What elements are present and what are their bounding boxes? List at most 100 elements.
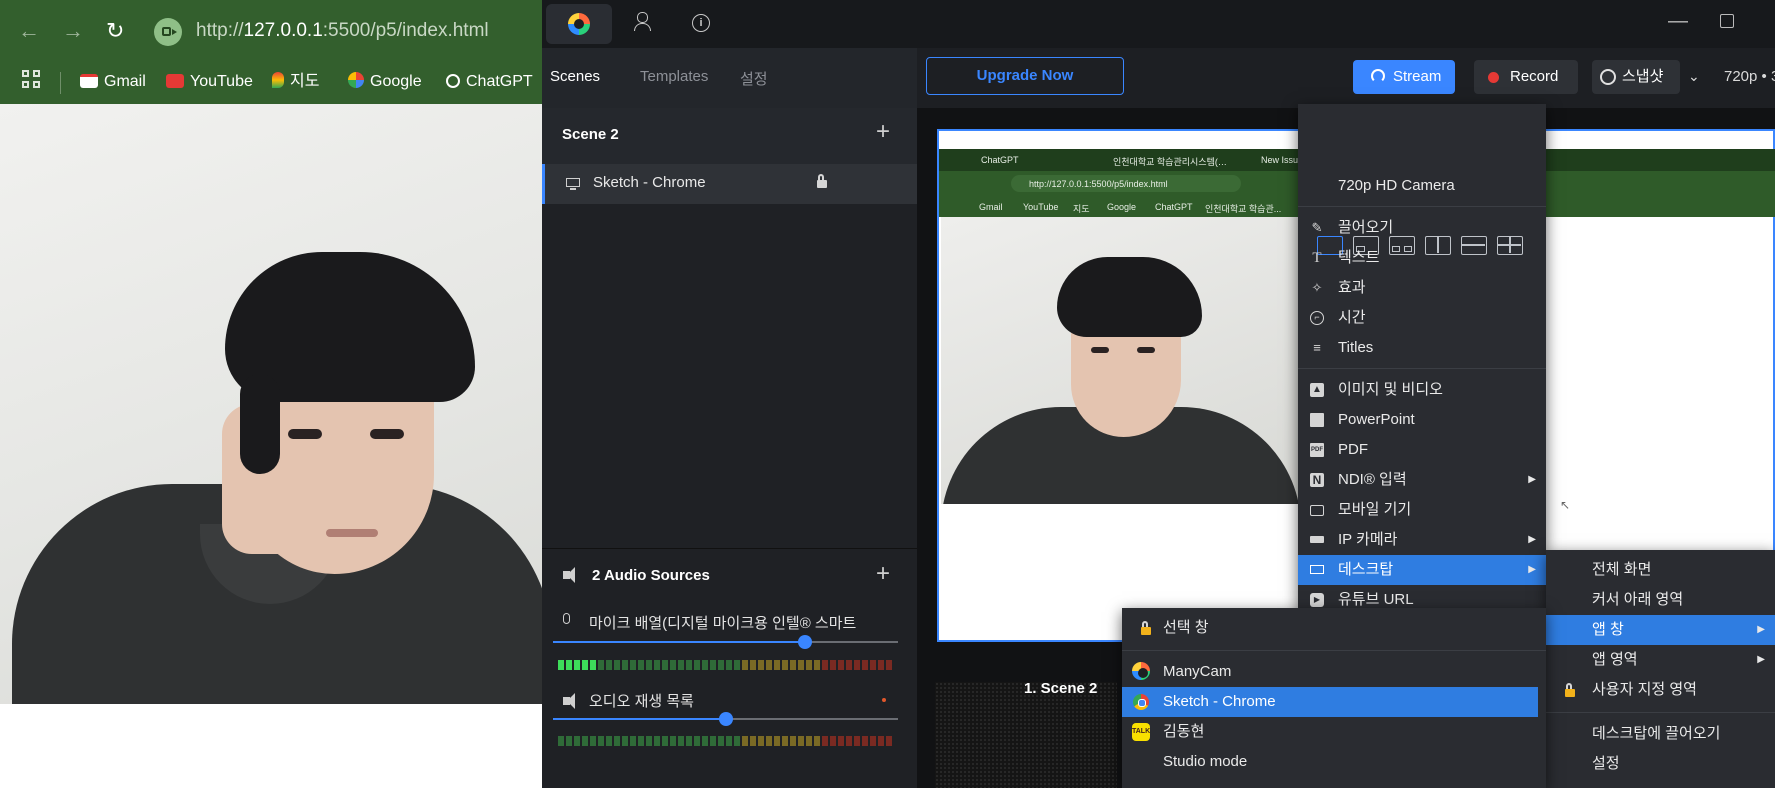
pdf-icon: PDF <box>1310 443 1324 457</box>
meter-segment <box>742 736 748 746</box>
forward-button[interactable]: → <box>62 18 84 44</box>
apps-grid-icon[interactable] <box>22 70 42 90</box>
volume-slider-thumb[interactable] <box>719 712 733 726</box>
menu-item-camera[interactable]: 720p HD Camera <box>1298 171 1546 201</box>
menu-item-manycam[interactable]: ManyCam <box>1122 657 1546 687</box>
record-label: Record <box>1510 68 1559 85</box>
menu-item-select-window[interactable]: 선택 창 <box>1122 613 1546 643</box>
meter-segment <box>854 736 860 746</box>
menu-item-image-video[interactable]: ▲ 이미지 및 비디오 <box>1298 375 1546 405</box>
snapshot-button[interactable]: 스냅샷 <box>1592 60 1680 94</box>
stream-button[interactable]: Stream <box>1353 60 1455 94</box>
menu-item-powerpoint[interactable]: PowerPoint <box>1298 405 1546 435</box>
bookmark-maps[interactable]: 지도 <box>272 68 319 96</box>
meter-segment <box>670 736 676 746</box>
tab-scenes[interactable]: Scenes <box>550 68 600 85</box>
address-bar[interactable]: http://127.0.0.1:5500/p5/index.html <box>196 20 489 42</box>
meter-segment <box>606 660 612 670</box>
meter-segment <box>870 736 876 746</box>
tab-templates[interactable]: Templates <box>640 68 708 85</box>
meter-segment <box>606 736 612 746</box>
manycam-logo-icon <box>568 13 590 35</box>
meter-segment <box>822 736 828 746</box>
tab-settings[interactable]: 설정 <box>740 68 768 89</box>
chevron-down-icon[interactable]: ⌄ <box>1688 68 1700 85</box>
lock-icon <box>1141 621 1151 635</box>
resolution-label[interactable]: 720p • 3 <box>1724 68 1775 85</box>
preview-bookmark: 지도 <box>1073 204 1090 214</box>
menu-item-area-under-cursor[interactable]: 커서 아래 영역 <box>1546 585 1775 615</box>
bookmark-google[interactable]: Google <box>348 68 422 96</box>
bookmark-youtube[interactable]: YouTube <box>166 68 253 96</box>
record-button[interactable]: Record <box>1474 60 1578 94</box>
pencil-icon: ✎ <box>1311 220 1323 235</box>
preview-bookmark: ChatGPT <box>1155 202 1193 212</box>
lock-icon[interactable] <box>817 174 827 188</box>
desktop-submenu: 전체 화면 커서 아래 영역 앱 창 ▶ 앱 영역 ▶ 사용자 지정 영역 데스크탑… <box>1546 550 1775 788</box>
upgrade-button[interactable]: Upgrade Now <box>926 57 1124 95</box>
menu-item-ndi[interactable]: N NDI® 입력 ▶ <box>1298 465 1546 495</box>
bookmark-gmail[interactable]: Gmail <box>80 68 146 96</box>
preview-tab-label: ChatGPT <box>981 155 1019 165</box>
meter-segment <box>822 660 828 670</box>
meter-segment <box>862 660 868 670</box>
menu-item-text[interactable]: T 텍스트 <box>1298 243 1546 273</box>
menu-item-sketch-chrome[interactable]: Sketch - Chrome <box>1122 687 1538 717</box>
meter-segment <box>782 660 788 670</box>
audio-source-label: 오디오 재생 목록 <box>589 693 694 710</box>
bookmark-label: YouTube <box>190 73 253 90</box>
audio-level-meter <box>558 736 892 746</box>
menu-item-label: ManyCam <box>1163 663 1232 680</box>
menu-item-label: 이미지 및 비디오 <box>1338 381 1443 398</box>
broadcast-icon <box>1371 69 1385 83</box>
menu-separator <box>1122 650 1546 651</box>
menu-item-time[interactable]: ⌐ 시간 <box>1298 303 1546 333</box>
menu-item-label: 김동현 <box>1163 723 1205 740</box>
chrome-icon-center <box>1138 699 1146 707</box>
youtube-icon <box>166 74 184 88</box>
meter-segment <box>686 660 692 670</box>
menu-item-app-window[interactable]: 앱 창 ▶ <box>1546 615 1775 645</box>
menu-item-label: PowerPoint <box>1338 411 1415 428</box>
minimize-icon[interactable]: — <box>1668 10 1688 33</box>
record-dot-icon <box>1488 72 1499 83</box>
restore-window-icon[interactable] <box>1720 14 1734 28</box>
menu-item-app-area[interactable]: 앱 영역 ▶ <box>1546 645 1775 675</box>
menu-item-full-screen[interactable]: 전체 화면 <box>1546 555 1775 585</box>
menu-item-ip-camera[interactable]: IP 카메라 ▶ <box>1298 525 1546 555</box>
meter-segment <box>726 660 732 670</box>
menu-item-drag[interactable]: ✎ 끌어오기 <box>1298 213 1546 243</box>
bookmark-label: Gmail <box>104 73 146 90</box>
menu-item-effects[interactable]: ✧ 효과 <box>1298 273 1546 303</box>
menu-item-mobile[interactable]: 모바일 기기 <box>1298 495 1546 525</box>
site-info-icon[interactable] <box>154 18 182 46</box>
add-audio-plus-icon[interactable]: + <box>876 560 890 588</box>
clock-icon: ⌐ <box>1310 311 1324 325</box>
volume-slider-thumb[interactable] <box>798 635 812 649</box>
preview-bookmark: Google <box>1107 202 1137 212</box>
reload-button[interactable]: ↻ <box>106 18 124 44</box>
meter-segment <box>758 660 764 670</box>
bookmark-chatgpt[interactable]: ChatGPT <box>446 68 533 96</box>
menu-item-studio-mode[interactable]: Studio mode <box>1122 747 1546 777</box>
menu-item-settings[interactable]: 설정 <box>1546 749 1775 779</box>
meter-segment <box>582 660 588 670</box>
meter-segment <box>630 736 636 746</box>
menu-item-kakaotalk[interactable]: TALK 김동현 <box>1122 717 1546 747</box>
menu-item-custom-area[interactable]: 사용자 지정 영역 <box>1546 675 1775 705</box>
scene-title: Scene 2 <box>562 126 619 143</box>
add-source-plus-icon[interactable]: + <box>876 118 890 146</box>
back-button[interactable]: ← <box>18 18 40 44</box>
meter-segment <box>638 660 644 670</box>
menu-item-desktop[interactable]: 데스크탑 ▶ <box>1298 555 1546 585</box>
info-icon[interactable]: i <box>692 14 710 32</box>
menu-item-titles[interactable]: ≡ Titles <box>1298 333 1546 363</box>
menu-item-label: 720p HD Camera <box>1338 177 1455 194</box>
menu-item-drag-to-desktop[interactable]: 데스크탑에 끌어오기 <box>1546 719 1775 749</box>
scene-thumbnail[interactable] <box>935 682 1117 788</box>
meter-segment <box>646 660 652 670</box>
manycam-logo-tab[interactable] <box>546 4 612 44</box>
menu-item-label: 효과 <box>1338 279 1366 296</box>
menu-item-pdf[interactable]: PDF PDF <box>1298 435 1546 465</box>
meter-segment <box>838 660 844 670</box>
